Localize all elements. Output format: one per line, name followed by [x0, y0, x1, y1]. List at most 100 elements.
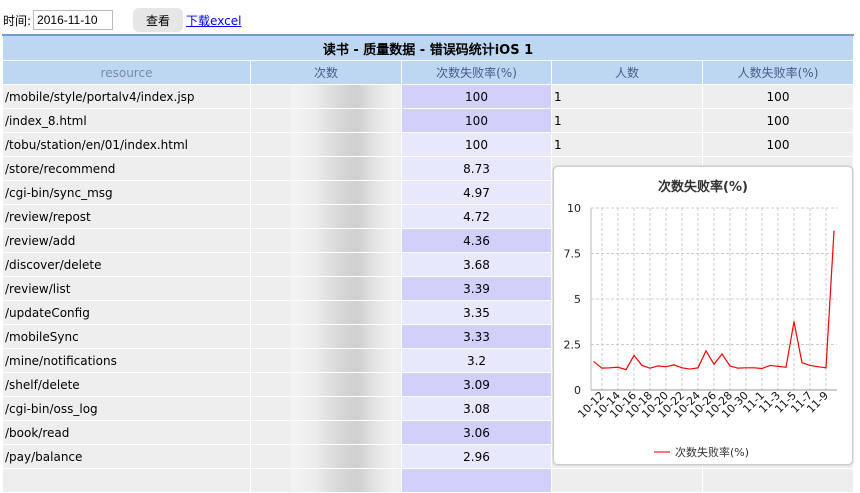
redacted-blur	[291, 133, 401, 156]
redacted-blur	[291, 397, 401, 420]
data-point	[785, 366, 787, 368]
data-point	[689, 368, 691, 370]
rate-cell: 4.72	[401, 204, 552, 229]
data-point	[769, 364, 771, 367]
data-point	[673, 364, 675, 366]
resource-cell: /pay/balance	[2, 444, 251, 469]
resource-cell: /mine/notifications	[2, 348, 251, 373]
redacted-blur	[291, 109, 401, 132]
rate-cell: 3.2	[401, 348, 552, 373]
rate-cell: 4.97	[401, 180, 552, 205]
resource-cell: /shelf/delete	[2, 372, 251, 397]
table-row: /tobu/station/en/01/index.html 100 1 100	[2, 132, 855, 157]
table-row: /index_8.html 100 1 100	[2, 108, 855, 133]
count-cell-redacted	[250, 204, 402, 229]
y-tick-label: 10	[567, 202, 581, 215]
redacted-blur	[291, 253, 401, 276]
resource-cell: /index_8.html	[2, 108, 251, 133]
count-cell-redacted	[250, 132, 402, 157]
count-cell-redacted	[250, 396, 402, 421]
data-point	[777, 365, 779, 367]
chart-title: 次数失败率(%)	[658, 179, 748, 195]
rate-cell: 3.09	[401, 372, 552, 397]
redacted-blur	[291, 277, 401, 300]
resource-cell: /mobile/style/portalv4/index.jsp	[2, 84, 251, 109]
redacted-blur	[291, 421, 401, 444]
column-header[interactable]: 人数失败率(%)	[701, 60, 855, 85]
count-cell-redacted	[250, 180, 402, 205]
count-cell-redacted	[250, 324, 402, 349]
rate-cell: 2.96	[401, 444, 552, 469]
y-tick-label: 2.5	[564, 339, 582, 352]
data-point	[593, 361, 595, 363]
redacted-blur	[291, 349, 401, 372]
toolbar: 时间: 查看 下载excel	[3, 8, 241, 32]
redacted-blur	[291, 373, 401, 396]
redacted-blur	[291, 85, 401, 108]
redacted-blur	[291, 157, 401, 180]
failure-rate-chart: 次数失败率(%) 0 2.5 5 7.5 10 10-12 10-14 10-16 10-18 10…	[553, 166, 853, 465]
data-point	[817, 366, 819, 368]
rate-cell: 100	[401, 132, 552, 157]
redacted-blur	[291, 181, 401, 204]
count-cell-redacted	[250, 300, 402, 325]
redacted-blur	[291, 445, 401, 468]
data-point	[801, 362, 803, 364]
table-row	[2, 468, 855, 493]
people-rate-cell: 100	[701, 84, 855, 109]
data-point	[633, 354, 635, 357]
data-point	[825, 367, 827, 369]
rate-cell: 100	[401, 84, 552, 109]
data-point	[729, 365, 731, 367]
data-point	[793, 321, 795, 323]
count-cell-redacted	[250, 108, 402, 133]
data-point	[641, 364, 643, 367]
view-button[interactable]: 查看	[133, 8, 184, 32]
people-rate-cell: 100	[701, 132, 855, 157]
redacted-blur	[291, 301, 401, 324]
count-cell-redacted	[250, 228, 402, 253]
people-rate-cell	[701, 468, 855, 493]
y-tick-label: 7.5	[564, 248, 582, 261]
rate-cell: 3.39	[401, 276, 552, 301]
rate-cell: 8.73	[401, 156, 552, 181]
resource-cell: /cgi-bin/sync_msg	[2, 180, 251, 205]
date-label: 时间:	[3, 13, 32, 28]
redacted-blur	[291, 469, 401, 492]
data-point	[649, 367, 651, 369]
data-point	[617, 366, 619, 368]
count-cell-redacted	[250, 348, 402, 373]
redacted-blur	[291, 325, 401, 348]
count-cell-redacted	[250, 444, 402, 469]
y-tick-label: 0	[574, 384, 581, 397]
table-title: 读书 - 质量数据 - 错误码统计iOS 1	[1, 34, 855, 61]
rate-cell: 3.35	[401, 300, 552, 325]
date-input[interactable]	[33, 10, 114, 30]
resource-cell: /updateConfig	[2, 300, 251, 325]
redacted-blur	[291, 229, 401, 252]
column-header[interactable]: 次数	[250, 60, 402, 85]
resource-cell: /tobu/station/en/01/index.html	[2, 132, 251, 157]
column-header[interactable]: 人数	[551, 60, 703, 85]
y-tick-label: 5	[574, 293, 581, 306]
count-cell-redacted	[250, 372, 402, 397]
count-cell-redacted	[250, 276, 402, 301]
count-cell-redacted	[250, 156, 402, 181]
column-header[interactable]: 次数失败率(%)	[401, 60, 552, 85]
people-cell: 1	[551, 84, 703, 109]
rate-cell: 4.36	[401, 228, 552, 253]
rate-cell: 3.06	[401, 420, 552, 445]
resource-cell: /discover/delete	[2, 252, 251, 277]
data-point	[833, 230, 835, 232]
data-point	[713, 363, 715, 365]
resource-cell: /book/read	[2, 420, 251, 445]
data-point	[601, 367, 603, 369]
data-point	[737, 367, 739, 369]
data-point	[609, 367, 611, 369]
resource-cell: /review/add	[2, 228, 251, 253]
people-rate-cell: 100	[701, 108, 855, 133]
column-header[interactable]: resource	[2, 60, 251, 85]
download-excel-link[interactable]: 下载excel	[186, 12, 241, 29]
rate-cell: 100	[401, 108, 552, 133]
data-point	[625, 369, 627, 371]
